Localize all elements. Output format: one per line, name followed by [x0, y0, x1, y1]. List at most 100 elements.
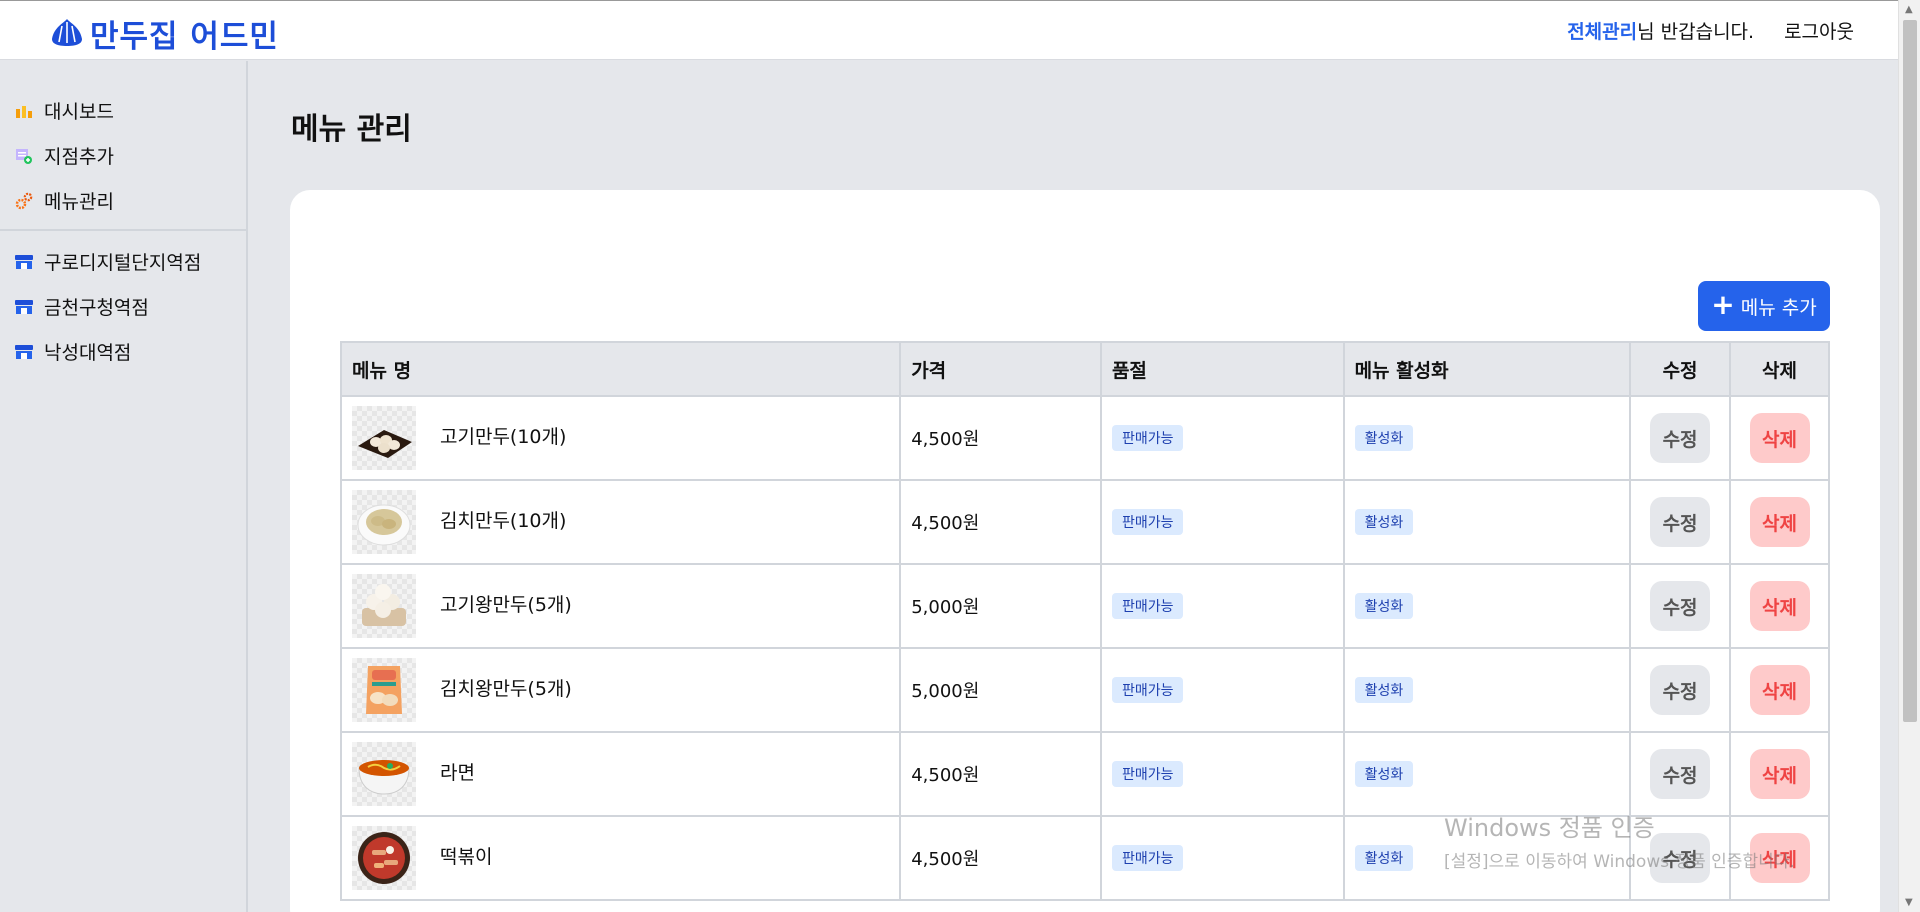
sidebar-item-store-nakseongdae[interactable]: 낙성대역점 — [0, 329, 246, 374]
table-row: 고기만두(10개) 4,500원 판매가능 활성화 수정 삭제 — [339, 396, 1830, 481]
sidebar-store-group: 구로디지털단지역점 금천구청역점 낙성대역점 — [0, 231, 246, 374]
edit-cell: 수정 — [1629, 396, 1732, 481]
soldout-cell: 판매가능 — [1099, 648, 1345, 733]
delete-button[interactable]: 삭제 — [1749, 413, 1810, 463]
table-header-row: 메뉴 명 가격 품절 메뉴 활성화 수정 삭제 — [339, 341, 1830, 397]
plus-icon: + — [1711, 287, 1735, 321]
sidebar-main-group: 대시보드 지점추가 메뉴관리 — [0, 61, 246, 231]
menu-name: 라면 — [440, 761, 475, 784]
menu-name-cell: 김치만두(10개) — [339, 480, 902, 565]
table-row: 라면 4,500원 판매가능 활성화 수정 삭제 — [339, 732, 1830, 817]
user-name: 전체관리 — [1567, 21, 1638, 43]
sidebar-item-label: 대시보드 — [44, 101, 114, 123]
delete-button[interactable]: 삭제 — [1749, 581, 1810, 631]
price-cell: 4,500원 — [899, 816, 1102, 901]
sidebar-item-store-guro[interactable]: 구로디지털단지역점 — [0, 239, 246, 284]
menu-name: 떡볶이 — [440, 845, 493, 868]
price-cell: 5,000원 — [899, 648, 1102, 733]
menu-name: 고기만두(10개) — [440, 425, 567, 448]
add-menu-label: 메뉴 추가 — [1740, 296, 1817, 319]
top-header: 만두집 어드민 전체관리님 반갑습니다. 로그아웃 — [0, 0, 1898, 60]
greeting-suffix: 님 반갑습니다. — [1637, 21, 1755, 43]
dumpling-bowl-image — [352, 490, 416, 554]
scroll-down-arrow-icon[interactable]: ▼ — [1905, 897, 1913, 908]
price-cell: 4,500원 — [899, 396, 1102, 481]
menu-name: 고기왕만두(5개) — [440, 593, 572, 616]
menu-name-cell: 김치왕만두(5개) — [339, 648, 902, 733]
sidebar-item-add-store[interactable]: 지점추가 — [0, 133, 246, 178]
active-cell: 활성화 — [1342, 480, 1632, 565]
soldout-cell: 판매가능 — [1099, 732, 1345, 817]
menu-name-cell: 고기만두(10개) — [339, 396, 902, 481]
active-cell: 활성화 — [1342, 648, 1632, 733]
active-badge[interactable]: 활성화 — [1354, 845, 1414, 871]
table-row: 김치만두(10개) 4,500원 판매가능 활성화 수정 삭제 — [339, 480, 1830, 565]
ramen-bowl-image — [352, 742, 416, 806]
active-cell: 활성화 — [1342, 732, 1632, 817]
sidebar-item-menu-manage[interactable]: 메뉴관리 — [0, 178, 246, 223]
store-icon — [14, 297, 34, 317]
soldout-badge[interactable]: 판매가능 — [1111, 845, 1184, 871]
soldout-cell: 판매가능 — [1099, 480, 1345, 565]
dumpling-logo-icon — [50, 17, 84, 51]
sidebar-item-label: 구로디지털단지역점 — [44, 252, 202, 274]
column-header-soldout: 품절 — [1099, 341, 1345, 397]
dumpling-plate-image — [352, 406, 416, 470]
scrollbar-thumb[interactable] — [1903, 20, 1917, 722]
delete-cell: 삭제 — [1729, 648, 1830, 733]
soldout-badge[interactable]: 판매가능 — [1111, 509, 1184, 535]
edit-button[interactable]: 수정 — [1650, 749, 1711, 799]
edit-button[interactable]: 수정 — [1650, 665, 1711, 715]
edit-button[interactable]: 수정 — [1650, 497, 1711, 547]
delete-cell: 삭제 — [1729, 480, 1830, 565]
soldout-badge[interactable]: 판매가능 — [1111, 677, 1184, 703]
chart-bar-icon — [14, 101, 34, 121]
soldout-cell: 판매가능 — [1099, 396, 1345, 481]
add-menu-button[interactable]: + 메뉴 추가 — [1698, 281, 1830, 331]
menu-name: 김치왕만두(5개) — [440, 677, 572, 700]
table-row: 김치왕만두(5개) 5,000원 판매가능 활성화 수정 삭제 — [339, 648, 1830, 733]
active-badge[interactable]: 활성화 — [1354, 677, 1414, 703]
soldout-badge[interactable]: 판매가능 — [1111, 761, 1184, 787]
sidebar-item-label: 낙성대역점 — [44, 342, 132, 364]
watermark-title: Windows 정품 인증 — [1444, 814, 1655, 842]
edit-cell: 수정 — [1629, 648, 1732, 733]
edit-button[interactable]: 수정 — [1650, 413, 1711, 463]
sidebar-item-dashboard[interactable]: 대시보드 — [0, 88, 246, 133]
add-store-icon — [14, 146, 34, 166]
edit-button[interactable]: 수정 — [1650, 581, 1711, 631]
active-badge[interactable]: 활성화 — [1354, 509, 1414, 535]
delete-button[interactable]: 삭제 — [1749, 665, 1810, 715]
delete-button[interactable]: 삭제 — [1749, 497, 1810, 547]
store-icon — [14, 252, 34, 272]
greeting-text: 전체관리님 반갑습니다. — [1567, 17, 1754, 44]
soldout-badge[interactable]: 판매가능 — [1111, 593, 1184, 619]
menu-name-cell: 고기왕만두(5개) — [339, 564, 902, 649]
soldout-cell: 판매가능 — [1099, 564, 1345, 649]
scroll-up-arrow-icon[interactable]: ▲ — [1905, 4, 1913, 15]
active-cell: 활성화 — [1342, 564, 1632, 649]
active-badge[interactable]: 활성화 — [1354, 593, 1414, 619]
delete-button[interactable]: 삭제 — [1749, 749, 1810, 799]
edit-cell: 수정 — [1629, 732, 1732, 817]
vertical-scrollbar[interactable]: ▲ ▼ — [1898, 0, 1920, 912]
page-title: 메뉴 관리 — [291, 112, 412, 147]
gears-icon — [14, 191, 34, 211]
edit-cell: 수정 — [1629, 480, 1732, 565]
soldout-badge[interactable]: 판매가능 — [1111, 425, 1184, 451]
user-area: 전체관리님 반갑습니다. 로그아웃 — [1567, 17, 1854, 44]
price-cell: 4,500원 — [899, 480, 1102, 565]
edit-cell: 수정 — [1629, 564, 1732, 649]
windows-activation-watermark: Windows 정품 인증 [설정]으로 이동하여 Windows 정품 인증합… — [1444, 808, 1795, 872]
sidebar-item-store-geumcheon[interactable]: 금천구청역점 — [0, 284, 246, 329]
dumpling-package-image — [352, 658, 416, 722]
active-badge[interactable]: 활성화 — [1354, 425, 1414, 451]
active-badge[interactable]: 활성화 — [1354, 761, 1414, 787]
app-logo[interactable]: 만두집 어드민 — [50, 11, 279, 56]
logout-link[interactable]: 로그아웃 — [1784, 17, 1854, 44]
sidebar: 대시보드 지점추가 메뉴관리 구로디지털단지역점 금천구청역점 낙성대역점 — [0, 61, 248, 912]
column-header-price: 가격 — [899, 341, 1102, 397]
column-header-edit: 수정 — [1629, 341, 1732, 397]
app-title: 만두집 어드민 — [90, 19, 279, 55]
table-row: 고기왕만두(5개) 5,000원 판매가능 활성화 수정 삭제 — [339, 564, 1830, 649]
